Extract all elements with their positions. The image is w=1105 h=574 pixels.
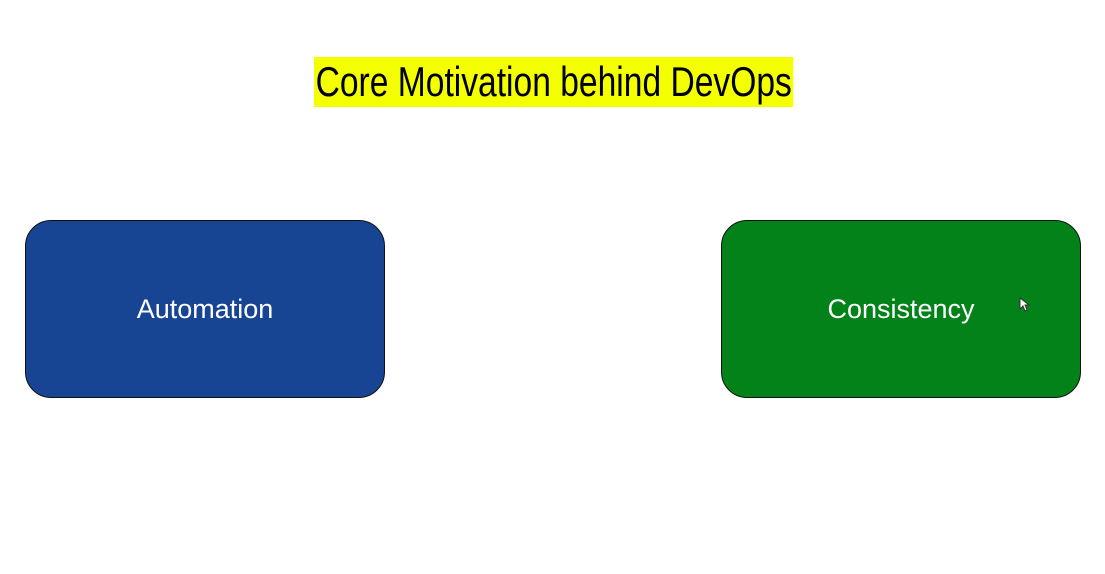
- mouse-pointer-icon: [1019, 297, 1030, 312]
- slide-title: Core Motivation behind DevOps: [314, 57, 794, 107]
- consistency-label: Consistency: [827, 293, 975, 324]
- slide: Core Motivation behind DevOps Automation…: [0, 0, 1105, 574]
- automation-box: Automation: [25, 220, 385, 398]
- automation-label: Automation: [136, 293, 274, 324]
